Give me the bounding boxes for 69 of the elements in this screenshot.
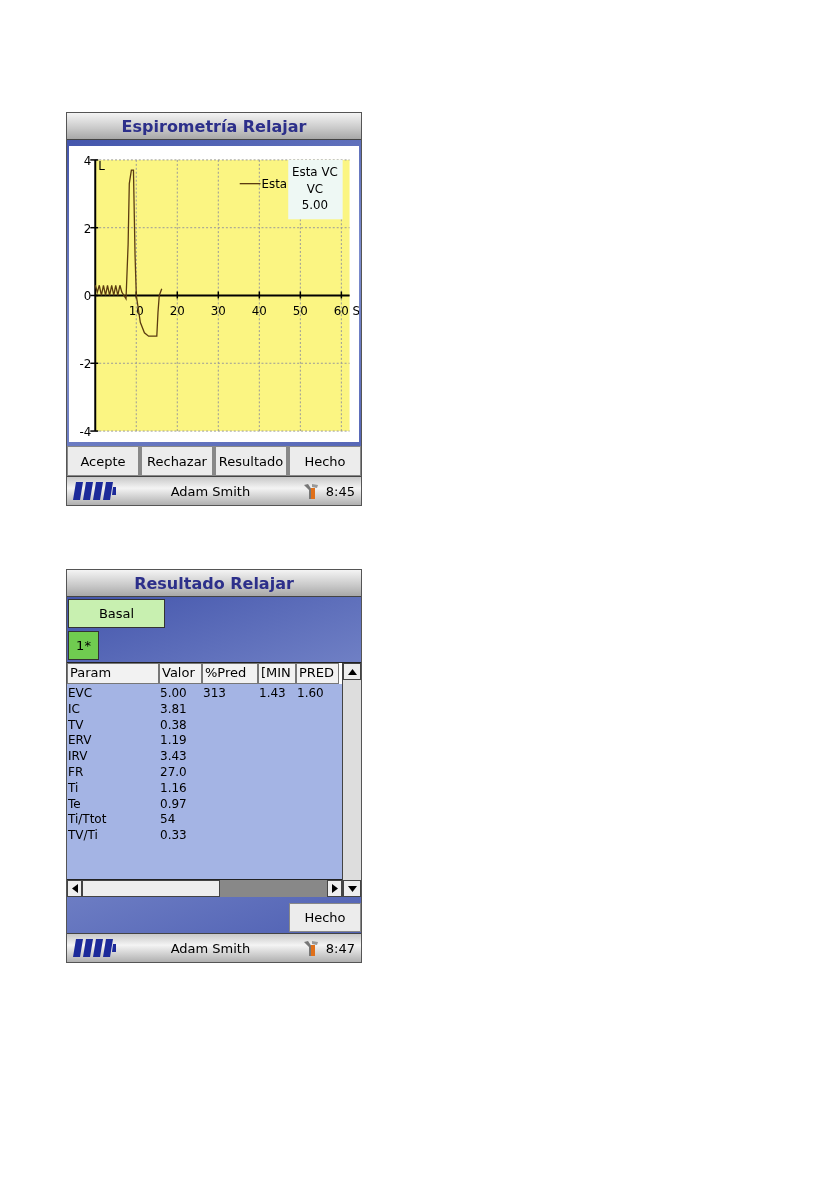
x-tick-label: 30: [210, 303, 226, 318]
table-cell: 5.00: [160, 686, 187, 700]
table-cell: Te: [68, 796, 81, 811]
x-unit-label: S: [352, 303, 359, 318]
x-tick-label: 10: [128, 303, 144, 318]
battery-icon: [73, 938, 119, 958]
table-cell: 3.43: [160, 749, 187, 764]
y-tick-label: -4: [79, 424, 92, 437]
scroll-up-icon[interactable]: [343, 663, 361, 680]
table-cell: 1.43: [259, 686, 286, 700]
scroll-right-icon[interactable]: [327, 880, 343, 897]
scroll-left-icon[interactable]: [67, 880, 82, 897]
y-tick-label: -2: [79, 356, 92, 371]
action-button[interactable]: Resultado: [215, 446, 287, 476]
table-cell: 0.97: [160, 796, 187, 811]
y-tick-label: 0: [83, 288, 92, 303]
column-header[interactable]: %Pred: [202, 663, 258, 684]
test-button[interactable]: 1*: [68, 631, 99, 660]
readout-text: Esta VC: [292, 164, 338, 179]
table-cell: 1.60: [297, 686, 324, 700]
clock-time: 8:45: [325, 483, 355, 499]
table-cell: 0.33: [160, 828, 187, 843]
user-name: Adam Smith: [169, 483, 252, 499]
x-tick-label: 60: [333, 303, 349, 318]
readout-text: VC: [306, 181, 324, 196]
x-tick-label: 20: [169, 303, 185, 318]
done-button[interactable]: Hecho: [289, 903, 361, 932]
y-tick-label: 4: [83, 153, 92, 168]
action-button[interactable]: Acepte: [67, 446, 139, 476]
table-cell: Ti/Ttot: [68, 812, 107, 827]
table-cell: 27.0: [160, 765, 187, 779]
table-cell: 1.19: [160, 733, 187, 748]
table-cell: 1.16: [160, 780, 187, 795]
column-header[interactable]: PRED: [296, 663, 339, 684]
column-header[interactable]: Param: [67, 663, 159, 684]
scroll-down-icon[interactable]: [343, 880, 361, 897]
screen-title: Espirometría Relajar: [121, 116, 307, 136]
x-tick-label: 40: [251, 303, 267, 318]
horizontal-scrollbar[interactable]: [67, 879, 343, 897]
column-header[interactable]: Valor: [159, 663, 202, 684]
vertical-scrollbar[interactable]: [342, 663, 361, 897]
table-cell: FR: [68, 765, 84, 779]
action-button[interactable]: Hecho: [289, 446, 361, 476]
table-cell: Ti: [68, 780, 79, 795]
table-cell: 313: [203, 686, 226, 700]
table-cell: 54: [160, 812, 176, 827]
battery-icon: [73, 481, 119, 501]
y-unit-label: L: [98, 158, 105, 173]
x-tick-label: 50: [292, 303, 308, 318]
table-cell: TV: [68, 717, 84, 732]
readout-text: 5.00: [301, 197, 329, 212]
y-tick-label: 2: [83, 221, 92, 236]
table-cell: IRV: [68, 749, 88, 764]
table-cell: 3.81: [160, 701, 187, 716]
action-button[interactable]: Rechazar: [141, 446, 213, 476]
table-cell: IC: [68, 701, 80, 716]
legend-label: Esta: [261, 176, 288, 191]
legend-line: [239, 182, 262, 184]
group-button[interactable]: Basal: [68, 599, 165, 628]
scroll-thumb[interactable]: [82, 880, 220, 897]
table-cell: TV/Ti: [68, 828, 98, 843]
table-cell: ERV: [68, 733, 92, 748]
screen-title: Resultado Relajar: [134, 573, 294, 593]
column-header[interactable]: [MIN: [258, 663, 296, 684]
table-cell: 0.38: [160, 717, 187, 732]
readout-background: [288, 159, 343, 219]
clock-time: 8:47: [325, 940, 355, 956]
table-cell: EVC: [68, 686, 93, 700]
user-name: Adam Smith: [169, 940, 252, 956]
